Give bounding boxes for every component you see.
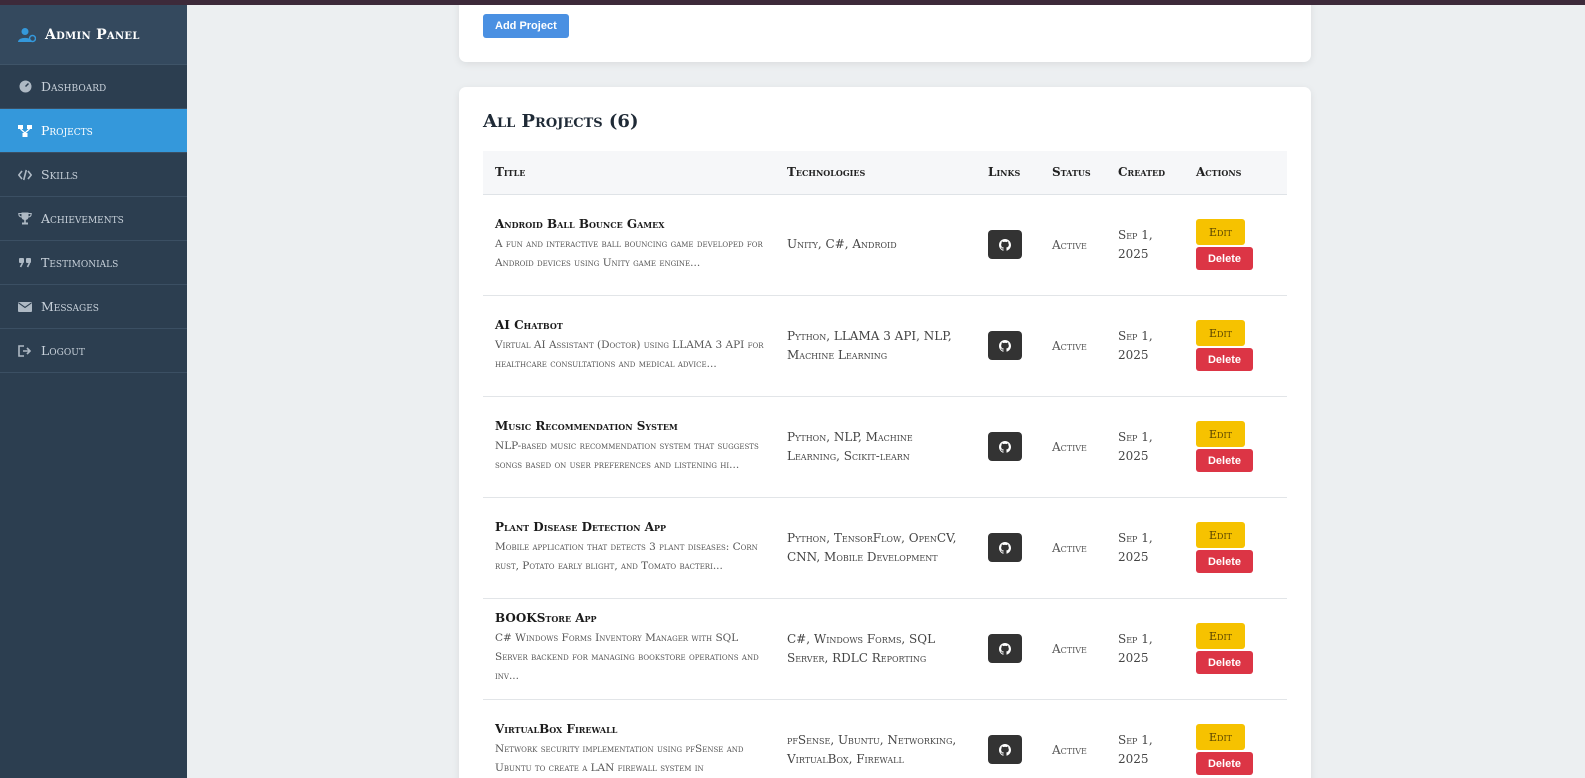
project-description: Mobile application that detects 3 plant … <box>495 540 758 572</box>
sidebar-item-label: Dashboard <box>41 79 107 94</box>
table-row: BOOKStore App C# Windows Forms Inventory … <box>483 598 1287 699</box>
delete-button[interactable]: Delete <box>1196 247 1253 270</box>
column-header-technologies: Technologies <box>787 165 866 180</box>
project-technologies: C#, Windows Forms, SQL Server, RDLC Repo… <box>787 631 936 665</box>
table-row: VirtualBox Firewall Network security impl… <box>483 699 1287 778</box>
add-project-card: Add Project <box>459 0 1311 62</box>
top-accent-bar <box>0 0 1585 5</box>
sidebar-item-logout[interactable]: Logout <box>0 329 187 373</box>
edit-button[interactable]: Edit <box>1196 421 1245 447</box>
sidebar-item-achievements[interactable]: Achievements <box>0 197 187 241</box>
project-title: Music Recommendation System <box>495 418 678 433</box>
sidebar-item-dashboard[interactable]: Dashboard <box>0 65 187 109</box>
dashboard-icon <box>18 80 32 94</box>
column-header-actions: Actions <box>1196 165 1242 180</box>
quote-icon <box>18 256 32 270</box>
sidebar-item-messages[interactable]: Messages <box>0 285 187 329</box>
edit-button[interactable]: Edit <box>1196 623 1245 649</box>
project-technologies: Python, NLP, Machine Learning, Scikit-le… <box>787 429 913 463</box>
user-cog-icon <box>18 27 36 42</box>
project-title: Android Ball Bounce Gamex <box>495 216 665 231</box>
github-icon <box>999 642 1011 655</box>
logout-icon <box>18 344 32 358</box>
envelope-icon <box>18 300 32 314</box>
sidebar-item-skills[interactable]: Skills <box>0 153 187 197</box>
sidebar-item-label: Projects <box>41 123 93 138</box>
github-icon <box>999 541 1011 554</box>
project-description: NLP-based music recommendation system th… <box>495 439 759 471</box>
projects-card: All Projects (6) Title Technologies Link… <box>459 87 1311 778</box>
code-icon <box>18 168 32 182</box>
status-badge: Active <box>1052 742 1087 757</box>
project-technologies: pfSense, Ubuntu, Networking, VirtualBox,… <box>787 732 957 766</box>
created-date: Sep 1, 2025 <box>1118 631 1153 665</box>
column-header-links: Links <box>988 165 1021 180</box>
project-description: C# Windows Forms Inventory Manager with … <box>495 632 759 682</box>
brand-title: Admin Panel <box>45 26 140 43</box>
sidebar-item-testimonials[interactable]: Testimonials <box>0 241 187 285</box>
delete-button[interactable]: Delete <box>1196 348 1253 371</box>
project-description: Network security implementation using pf… <box>495 742 744 774</box>
project-technologies: Unity, C#, Android <box>787 237 897 251</box>
created-date: Sep 1, 2025 <box>1118 227 1153 261</box>
github-link-button[interactable] <box>988 432 1022 461</box>
created-date: Sep 1, 2025 <box>1118 732 1153 766</box>
sidebar-item-label: Skills <box>41 167 78 182</box>
projects-table: Title Technologies Links Status Created … <box>483 151 1287 778</box>
github-link-button[interactable] <box>988 533 1022 562</box>
sidebar-item-label: Messages <box>41 299 99 314</box>
created-date: Sep 1, 2025 <box>1118 328 1153 362</box>
trophy-icon <box>18 212 32 226</box>
projects-heading: All Projects (6) <box>483 111 639 132</box>
sidebar: Admin Panel Dashboard Projects Skills Ac… <box>0 5 187 778</box>
table-row: Plant Disease Detection App Mobile applic… <box>483 497 1287 598</box>
project-technologies: Python, LLAMA 3 API, NLP, Machine Learni… <box>787 328 952 362</box>
project-technologies: Python, TensorFlow, OpenCV, CNN, Mobile … <box>787 530 957 564</box>
project-description: Virtual AI Assistant (Doctor) using LLAM… <box>495 338 764 370</box>
created-date: Sep 1, 2025 <box>1118 530 1153 564</box>
sidebar-brand[interactable]: Admin Panel <box>0 5 187 65</box>
add-project-button[interactable]: Add Project <box>483 14 569 38</box>
project-title: Plant Disease Detection App <box>495 519 666 534</box>
status-badge: Active <box>1052 237 1087 252</box>
table-row: Android Ball Bounce Gamex A fun and inter… <box>483 194 1287 295</box>
delete-button[interactable]: Delete <box>1196 651 1253 674</box>
github-link-button[interactable] <box>988 634 1022 663</box>
project-title: AI Chatbot <box>495 317 563 332</box>
delete-button[interactable]: Delete <box>1196 449 1253 472</box>
edit-button[interactable]: Edit <box>1196 522 1245 548</box>
project-title: VirtualBox Firewall <box>495 721 618 736</box>
column-header-status: Status <box>1052 165 1091 180</box>
github-icon <box>999 440 1011 453</box>
delete-button[interactable]: Delete <box>1196 550 1253 573</box>
status-badge: Active <box>1052 439 1087 454</box>
edit-button[interactable]: Edit <box>1196 320 1245 346</box>
projects-icon <box>18 124 32 138</box>
github-icon <box>999 238 1011 251</box>
table-row: Music Recommendation System NLP-based mus… <box>483 396 1287 497</box>
column-header-title: Title <box>495 165 526 180</box>
table-header-row: Title Technologies Links Status Created … <box>483 151 1287 194</box>
sidebar-item-label: Logout <box>41 343 85 358</box>
sidebar-item-label: Achievements <box>41 211 124 226</box>
edit-button[interactable]: Edit <box>1196 219 1245 245</box>
github-icon <box>999 339 1011 352</box>
status-badge: Active <box>1052 338 1087 353</box>
status-badge: Active <box>1052 540 1087 555</box>
status-badge: Active <box>1052 641 1087 656</box>
github-icon <box>999 743 1011 756</box>
sidebar-item-projects[interactable]: Projects <box>0 109 187 153</box>
project-title: BOOKStore App <box>495 611 597 625</box>
github-link-button[interactable] <box>988 735 1022 764</box>
edit-button[interactable]: Edit <box>1196 724 1245 750</box>
github-link-button[interactable] <box>988 331 1022 360</box>
table-row: AI Chatbot Virtual AI Assistant (Doctor) … <box>483 295 1287 396</box>
created-date: Sep 1, 2025 <box>1118 429 1153 463</box>
column-header-created: Created <box>1118 165 1166 180</box>
project-description: A fun and interactive ball bouncing game… <box>495 237 763 269</box>
sidebar-item-label: Testimonials <box>41 255 119 270</box>
delete-button[interactable]: Delete <box>1196 752 1253 775</box>
github-link-button[interactable] <box>988 230 1022 259</box>
